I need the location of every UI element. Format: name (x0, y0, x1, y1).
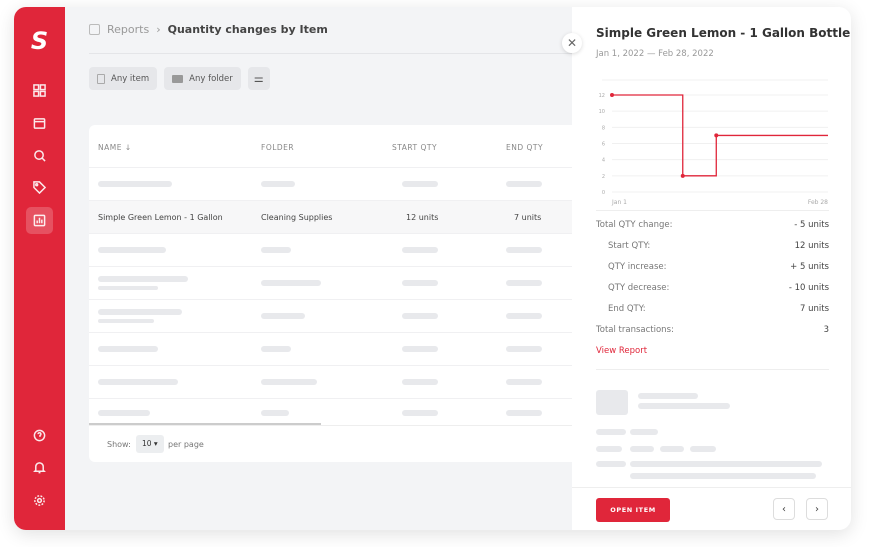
stat-label: Total transactions: (596, 325, 674, 335)
item-filter-button[interactable]: Any item (89, 67, 158, 90)
divider (596, 210, 829, 211)
y-tick-label: 4 (602, 158, 605, 164)
divider (89, 53, 572, 54)
stat-value: + 5 units (790, 262, 829, 272)
stat-label: Total QTY change: (596, 220, 673, 230)
stat-row: Start QTY: 12 units (596, 241, 829, 251)
header-start-qty[interactable]: START QTY (392, 143, 437, 152)
stat-row: End QTY: 7 units (596, 304, 829, 314)
pagination: Show: 10 ▾ per page (89, 425, 572, 462)
series-line (612, 94, 828, 177)
close-panel-button[interactable]: ✕ (562, 33, 582, 53)
y-tick-label: 6 (602, 142, 605, 148)
table-row[interactable] (89, 233, 572, 266)
chevron-right-icon: › (156, 23, 161, 36)
settings-sliders-button[interactable]: ⚌ (247, 67, 270, 90)
stat-value: 12 units (794, 241, 829, 251)
y-tick-label: 2 (602, 174, 605, 180)
header-name[interactable]: NAME ↓ (98, 143, 132, 152)
per-page-select[interactable]: 10 ▾ (136, 435, 164, 453)
inventory-icon[interactable] (26, 110, 53, 137)
logo: S (30, 27, 49, 55)
table-row-selected[interactable]: Simple Green Lemon - 1 Gallon Cleaning S… (89, 200, 572, 233)
stat-value: - 10 units (788, 283, 829, 293)
chevron-left-icon: ‹ (782, 503, 786, 515)
table-row[interactable] (89, 365, 572, 398)
stat-row: QTY increase: + 5 units (596, 262, 829, 272)
data-point (714, 133, 719, 138)
y-tick-label: 10 (599, 109, 605, 115)
chevron-right-icon: › (815, 503, 819, 515)
data-point (680, 173, 685, 178)
date-range: Jan 1, 2022 — Feb 28, 2022 (596, 49, 714, 59)
stat-row: Total QTY change: - 5 units (596, 220, 829, 230)
tags-icon[interactable] (26, 174, 53, 201)
detail-panel: Simple Green Lemon - 1 Gallon Bottle Jan… (572, 7, 851, 530)
y-tick-label: 8 (602, 125, 605, 131)
sliders-icon: ⚌ (253, 72, 264, 85)
cell-name: Simple Green Lemon - 1 Gallon (98, 213, 223, 222)
y-tick-label: 0 (602, 190, 605, 196)
cell-end-qty: 7 units (514, 213, 542, 222)
reports-icon[interactable] (26, 207, 53, 234)
main-content: Reports › Quantity changes by Item Any i… (65, 7, 572, 530)
folder-icon (172, 74, 184, 83)
divider (596, 369, 829, 370)
header-end-qty[interactable]: END QTY (506, 143, 543, 152)
item-filter-label: Any item (111, 73, 150, 84)
stat-label: Start QTY: (608, 241, 651, 251)
report-icon (89, 24, 100, 35)
data-point (610, 93, 614, 97)
stat-value: - 5 units (794, 220, 829, 230)
file-icon (97, 73, 105, 84)
stat-value: 7 units (799, 304, 829, 314)
next-button[interactable]: › (806, 498, 828, 520)
stat-row: Total transactions: 3 (596, 325, 829, 335)
cell-start-qty: 12 units (406, 213, 439, 222)
y-tick-label: 12 (599, 93, 605, 99)
cell-folder: Cleaning Supplies (261, 213, 333, 222)
app-window: S Reports › Quantity changes by Item Any… (14, 7, 851, 530)
table-row[interactable] (89, 332, 572, 365)
qty-chart: 0 2 4 6 8 10 12 Jan 1 Feb 28 (599, 79, 828, 206)
close-icon: ✕ (566, 36, 578, 50)
table-row[interactable] (89, 299, 572, 332)
stat-label: QTY decrease: (608, 283, 670, 293)
stat-label: QTY increase: (608, 262, 667, 272)
search-icon[interactable] (26, 142, 53, 169)
stat-row: QTY decrease: - 10 units (596, 283, 829, 293)
help-icon[interactable] (26, 422, 53, 449)
view-report-link[interactable]: View Report (596, 346, 647, 356)
folder-filter-label: Any folder (189, 73, 233, 84)
header-folder[interactable]: FOLDER (261, 143, 294, 152)
dashboard-icon[interactable] (26, 77, 53, 104)
breadcrumb: Reports › Quantity changes by Item (89, 23, 328, 36)
show-label: Show: (107, 440, 131, 449)
breadcrumb-reports[interactable]: Reports (107, 23, 149, 36)
stat-value: 3 (823, 325, 829, 335)
panel-title: Simple Green Lemon - 1 Gallon Bottle (596, 26, 851, 40)
page-title: Quantity changes by Item (167, 23, 328, 36)
gear-icon[interactable] (26, 487, 53, 514)
open-item-button[interactable]: OPEN ITEM (596, 498, 670, 522)
x-tick-label: Feb 28 (808, 199, 828, 206)
stat-label: End QTY: (608, 304, 646, 314)
items-table: NAME ↓ FOLDER START QTY END QTY Simple G… (89, 125, 572, 462)
folder-filter-button[interactable]: Any folder (164, 67, 241, 90)
table-row[interactable] (89, 266, 572, 299)
sidebar: S (14, 7, 65, 530)
previous-button[interactable]: ‹ (773, 498, 795, 520)
per-page-label: per page (168, 440, 204, 449)
table-row[interactable] (89, 167, 572, 200)
bell-icon[interactable] (26, 454, 53, 481)
x-tick-label: Jan 1 (611, 199, 627, 206)
